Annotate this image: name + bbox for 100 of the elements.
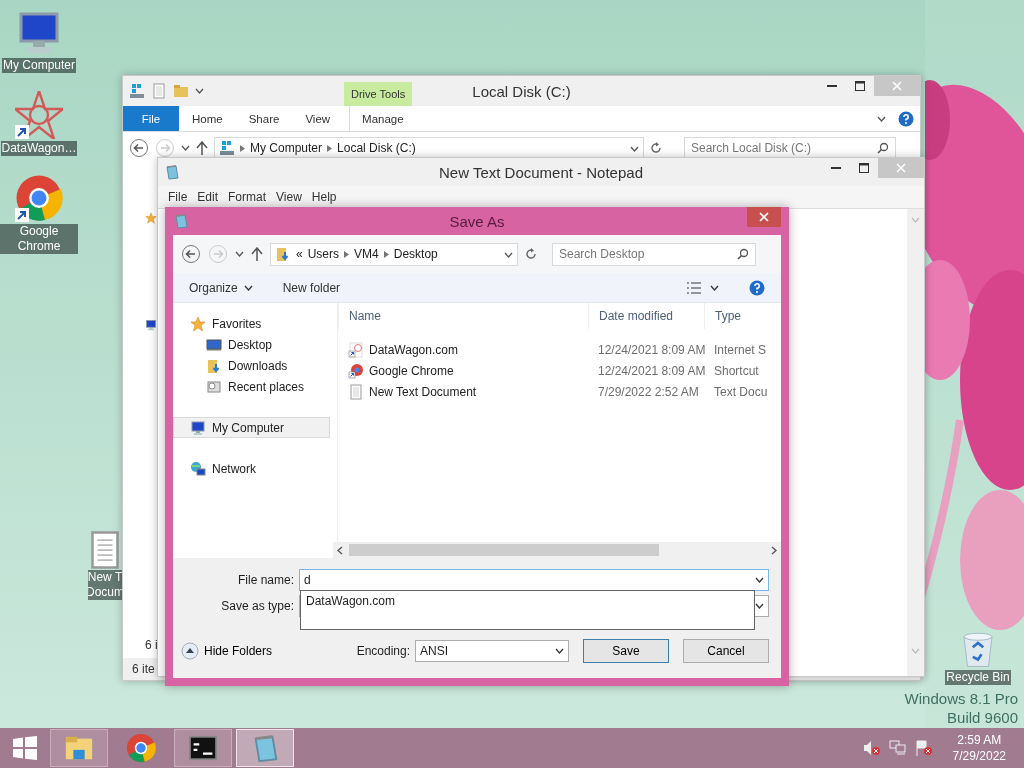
nav-item[interactable]: Recent places — [173, 376, 330, 397]
chevron-icon — [327, 144, 333, 152]
os-version-text: Build 9600 — [947, 709, 1018, 726]
search-field[interactable]: Search Local Disk (C:) — [684, 136, 896, 160]
help-icon[interactable] — [749, 279, 765, 296]
scroll-left-icon — [337, 545, 343, 555]
drive-icon — [219, 140, 235, 156]
network-icon[interactable] — [888, 740, 907, 756]
expand-ribbon-icon — [877, 115, 886, 122]
dialog-button[interactable]: Save — [583, 639, 669, 663]
view-options-icon[interactable] — [686, 280, 702, 295]
nav-item[interactable]: Desktop — [173, 334, 330, 355]
new-folder-button[interactable]: New folder — [282, 280, 341, 295]
shortcut-file-icon — [348, 341, 364, 358]
ribbon-tab[interactable]: View — [292, 106, 344, 131]
menu-item[interactable]: Format — [224, 186, 271, 208]
menu-item[interactable]: File — [164, 186, 192, 208]
nav-item[interactable]: Network — [173, 458, 330, 479]
up-arrow-icon — [251, 247, 263, 261]
recent-locations-icon — [235, 251, 244, 257]
field-label: Save as type: — [220, 598, 295, 613]
organize-button[interactable]: Organize — [189, 280, 253, 295]
menu-item[interactable]: Help — [307, 186, 341, 208]
close-button[interactable] — [747, 207, 781, 227]
address-bar[interactable]: « Users VM4 Desktop — [270, 242, 518, 266]
shortcut-arrow-icon — [15, 208, 29, 222]
nav-item[interactable]: My Computer — [173, 417, 330, 438]
text-file-icon — [88, 530, 122, 570]
ribbon-tab[interactable]: Home — [179, 106, 236, 131]
date-cell-text: 12/24/2021 8:09 AM — [597, 342, 704, 357]
recent-places-icon — [206, 378, 222, 395]
caret-icon — [755, 602, 764, 609]
back-button[interactable] — [129, 138, 149, 158]
menu-item[interactable]: View — [272, 186, 306, 208]
type-cell-text: Shortcut — [713, 363, 760, 378]
search-field[interactable]: Search Desktop — [552, 242, 756, 266]
nav-item[interactable]: Favorites — [173, 313, 330, 334]
help-icon[interactable] — [898, 110, 914, 127]
column-header[interactable]: Date modified — [588, 303, 704, 329]
desktop-icon-label: My Computer — [2, 58, 76, 73]
breadcrumb[interactable]: My Computer — [250, 141, 323, 155]
up-button[interactable] — [251, 247, 263, 261]
address-bar[interactable]: My Computer Local Disk (C:) — [214, 136, 644, 160]
scroll-down-icon — [911, 648, 920, 654]
window-title: New Text Document - Notepad — [439, 163, 643, 181]
refresh-icon — [650, 142, 662, 154]
star-icon — [190, 315, 206, 332]
network-globe-icon — [190, 460, 206, 477]
breadcrumb[interactable]: Local Disk (C:) — [337, 141, 416, 155]
breadcrumb[interactable]: VM4 — [354, 247, 379, 261]
chrome-logo-icon — [15, 174, 63, 222]
hide-folders-button[interactable]: Hide Folders — [181, 642, 273, 660]
minimize-icon — [827, 85, 837, 87]
field-label: Encoding: — [356, 644, 410, 658]
menu-item[interactable]: Edit — [193, 186, 223, 208]
shortcut-icon — [348, 362, 364, 379]
desktop-icon-label: Google Chrome — [0, 224, 78, 254]
encoding-dropdown[interactable]: ANSI — [415, 640, 569, 662]
refresh-icon — [525, 248, 537, 260]
muted-speaker-icon[interactable] — [862, 740, 881, 756]
chevron-icon — [344, 250, 350, 258]
maximize-icon — [859, 163, 869, 173]
os-version-text: Windows 8.1 Pro — [904, 690, 1018, 707]
scroll-right-icon — [771, 545, 777, 555]
dialog-title: Save As — [449, 212, 505, 230]
file-name-field[interactable]: d — [299, 568, 769, 591]
taskbar-button[interactable] — [174, 729, 232, 767]
dialog-button[interactable]: Cancel — [683, 639, 769, 663]
search-icon — [877, 142, 889, 154]
clock[interactable]: 2:59 AM 7/29/2022 — [952, 732, 1006, 764]
up-button[interactable] — [196, 141, 208, 155]
type-cell-text: Text Docu — [713, 384, 769, 399]
desktop-icon — [206, 336, 222, 353]
breadcrumb[interactable]: Desktop — [393, 247, 438, 261]
overflow-mark: « — [296, 247, 303, 261]
flag-icon[interactable] — [914, 740, 933, 756]
column-header[interactable]: Name — [338, 303, 588, 329]
back-button[interactable] — [181, 244, 201, 264]
dropdown-icon — [630, 146, 639, 152]
item-count-text: 6 i — [145, 638, 158, 652]
star-icon — [145, 212, 157, 224]
search-icon — [737, 248, 749, 260]
shortcut-arrow-icon — [15, 125, 29, 139]
ribbon-tab[interactable]: Share — [235, 106, 293, 131]
suggestion-item[interactable]: DataWagon.com — [306, 594, 395, 608]
drive-icon — [129, 83, 145, 99]
nav-item[interactable]: Downloads — [173, 355, 330, 376]
star-logo-icon — [15, 91, 63, 139]
breadcrumb[interactable]: Users — [307, 247, 340, 261]
date-cell-text: 12/24/2021 8:09 AM — [597, 363, 704, 378]
file-name-cell: Google Chrome — [338, 362, 588, 379]
column-header[interactable]: Type — [704, 303, 780, 329]
file-menu-tab[interactable]: File — [123, 106, 179, 131]
close-icon — [896, 163, 906, 173]
desktop-icon-label: New T — [88, 570, 122, 585]
up-arrow-icon — [196, 141, 208, 155]
folder-download-icon — [275, 246, 291, 262]
back-icon — [181, 244, 201, 264]
chevron-icon — [240, 144, 245, 152]
text-file-icon — [151, 83, 167, 99]
